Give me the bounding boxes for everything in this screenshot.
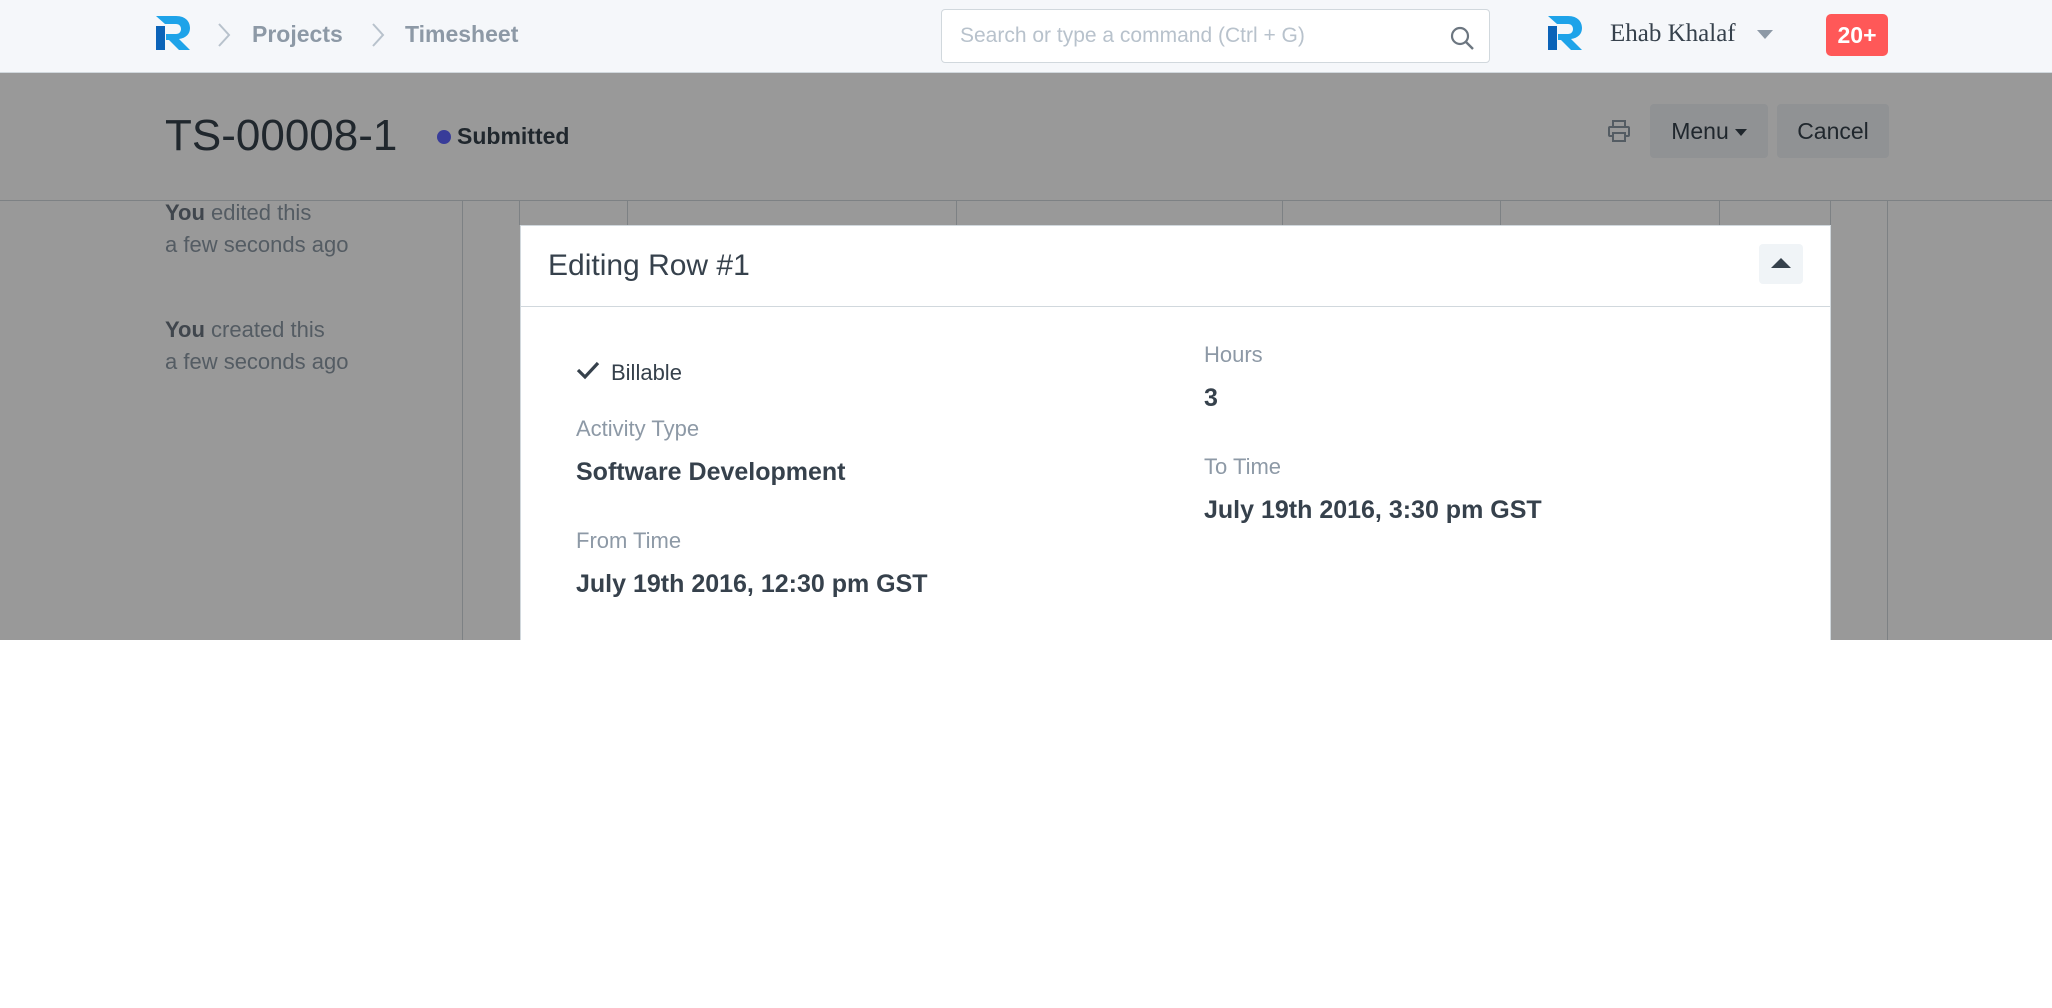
editing-row-panel: Editing Row #1 Billable Activity Type So…: [520, 225, 1831, 640]
app-logo-icon[interactable]: [152, 14, 194, 52]
breadcrumb-timesheet[interactable]: Timesheet: [405, 21, 518, 48]
chevron-up-icon: [1771, 258, 1791, 268]
panel-title: Editing Row #1: [548, 249, 750, 282]
hours-label: Hours: [1204, 342, 1263, 367]
checkmark-icon[interactable]: [576, 360, 600, 380]
panel-header: Editing Row #1: [521, 226, 1830, 307]
user-name[interactable]: Ehab Khalaf: [1610, 20, 1736, 48]
search-input[interactable]: [960, 22, 1430, 50]
notification-badge[interactable]: 20+: [1826, 14, 1888, 56]
from-time-value[interactable]: July 19th 2016, 12:30 pm GST: [576, 570, 928, 599]
activity-type-value[interactable]: Software Development: [576, 458, 846, 487]
to-time-label: To Time: [1204, 454, 1282, 479]
navbar: Projects Timesheet Ehab Khalaf 20+: [0, 0, 2052, 73]
chevron-right-icon: [372, 23, 385, 47]
to-time-value[interactable]: July 19th 2016, 3:30 pm GST: [1204, 496, 1542, 525]
from-time-label: From Time: [576, 528, 682, 553]
hours-value[interactable]: 3: [1204, 384, 1218, 413]
collapse-button[interactable]: [1759, 244, 1803, 284]
chevron-right-icon: [218, 23, 231, 47]
search-icon[interactable]: [1449, 25, 1475, 51]
activity-type-label: Activity Type: [576, 416, 700, 441]
billable-checkbox-label[interactable]: Billable: [611, 360, 682, 386]
search-box: [941, 9, 1490, 63]
caret-down-icon[interactable]: [1757, 30, 1773, 39]
user-avatar-icon[interactable]: [1544, 14, 1586, 52]
breadcrumb-projects[interactable]: Projects: [252, 21, 343, 48]
